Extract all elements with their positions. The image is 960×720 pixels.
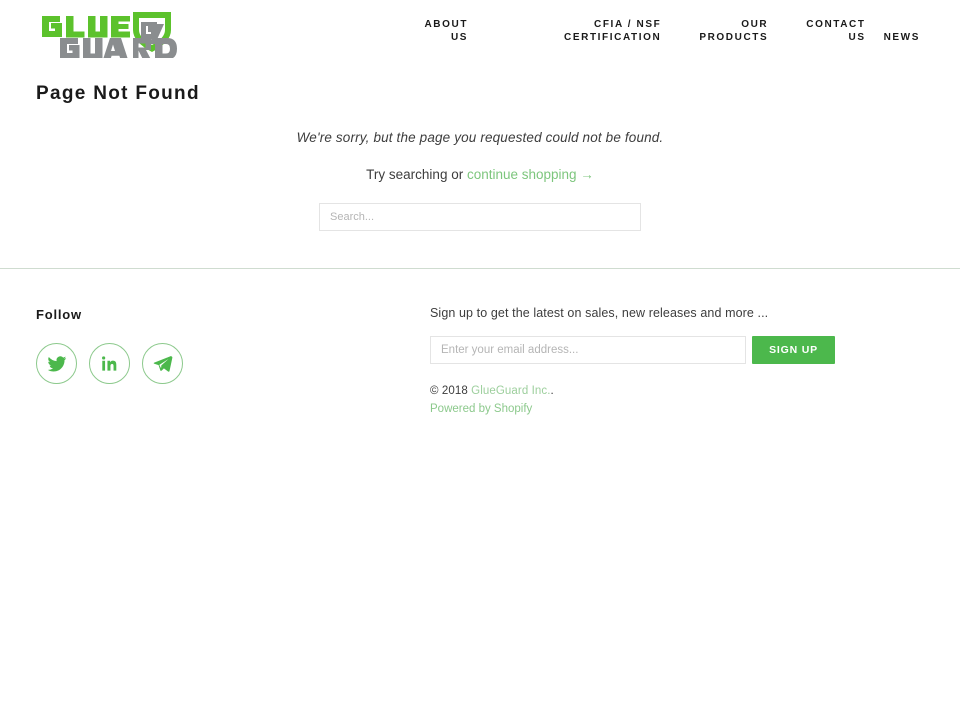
nav-label-line2: US (848, 32, 866, 43)
social-links (36, 322, 430, 384)
page-title: Page Not Found (36, 83, 200, 104)
nav-item-cfia-nsf-certification[interactable]: CFIA / NSF CERTIFICATION (564, 18, 661, 44)
main-navigation: ABOUT US CFIA / NSF CERTIFICATION OUR PR… (424, 18, 920, 44)
powered-by-shopify-link[interactable]: Powered by Shopify (430, 403, 532, 415)
error-description: We're sorry, but the page you requested … (296, 129, 664, 145)
sign-up-button[interactable]: SIGN UP (752, 336, 835, 364)
copyright-suffix: . (550, 385, 554, 397)
copyright-year: © 2018 (430, 385, 468, 397)
nav-item-about-us[interactable]: ABOUT US (424, 18, 468, 44)
copyright-line: © 2018 GlueGuard Inc.. (430, 364, 924, 397)
continue-shopping-link[interactable]: continue shopping → (467, 167, 594, 182)
search-input[interactable] (319, 202, 641, 231)
nav-item-our-products[interactable]: OUR PRODUCTS (699, 18, 768, 44)
site-footer: Follow Sign up to get the latest on sale… (0, 269, 960, 415)
copyright-brand-link[interactable]: GlueGuard Inc. (471, 385, 550, 397)
nav-label-line1: ABOUT (424, 19, 469, 30)
site-logo[interactable] (38, 8, 190, 60)
nav-label-line1: CFIA / NSF (594, 19, 662, 30)
try-searching-label: Try searching or (366, 166, 464, 182)
newsletter-description: Sign up to get the latest on sales, new … (430, 306, 769, 320)
linkedin-icon (102, 356, 117, 371)
nav-label-line1: OUR (741, 19, 769, 30)
nav-label-line2: CERTIFICATION (564, 32, 662, 43)
powered-by-line: Powered by Shopify (430, 397, 924, 415)
try-searching-line: Try searching or continue shopping → (36, 145, 924, 182)
social-link-twitter[interactable] (36, 343, 77, 384)
logo-icon (42, 12, 177, 60)
follow-heading: Follow (36, 307, 82, 322)
nav-label-line2: US (450, 32, 469, 43)
main-content: Page Not Found We're sorry, but the page… (0, 66, 960, 231)
footer-newsletter-column: Sign up to get the latest on sales, new … (430, 269, 924, 415)
email-field[interactable] (430, 336, 746, 364)
nav-item-news[interactable]: NEWS (884, 18, 920, 44)
twitter-icon (47, 355, 66, 371)
nav-label-line2: PRODUCTS (699, 32, 769, 43)
nav-label-line1: CONTACT (806, 19, 866, 30)
newsletter-form: SIGN UP (430, 320, 924, 364)
search-form (36, 182, 924, 231)
site-header: ABOUT US CFIA / NSF CERTIFICATION OUR PR… (0, 0, 960, 66)
nav-label-line1: NEWS (883, 32, 920, 43)
footer-follow-column: Follow (36, 269, 430, 384)
error-message-area: We're sorry, but the page you requested … (36, 130, 924, 231)
social-link-telegram[interactable] (142, 343, 183, 384)
nav-item-contact-us[interactable]: CONTACT US (806, 18, 865, 44)
social-link-linkedin[interactable] (89, 343, 130, 384)
telegram-icon (153, 355, 172, 372)
